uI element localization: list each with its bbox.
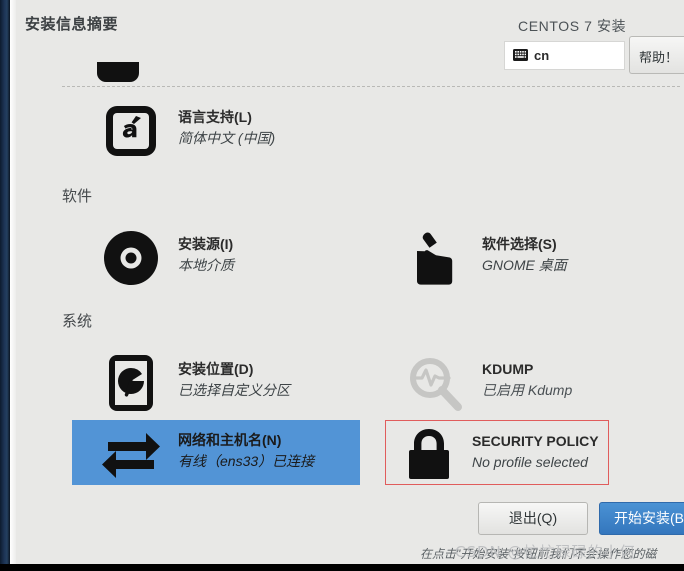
quit-button-label: 退出(Q) xyxy=(508,510,558,526)
spoke-status: 有线（ens33）已连接 xyxy=(178,453,315,469)
quit-button[interactable]: 退出(Q) xyxy=(478,502,588,535)
hard-drive-icon xyxy=(100,352,162,414)
keyboard-layout-label: cn xyxy=(534,48,550,63)
spoke-status: 已启用 Kdump xyxy=(482,382,573,398)
installation-summary-screen: 安装信息摘要 CENTOS 7 安装 cn 帮助！ 语言支持(L) 简体中文 (… xyxy=(0,0,684,571)
spoke-kdump[interactable]: KDUMP 已启用 Kdump xyxy=(382,350,669,416)
spoke-network-hostname[interactable]: 网络和主机名(N) 有线（ens33）已连接 xyxy=(72,420,360,485)
product-brand-label: CENTOS 7 安装 xyxy=(518,18,627,34)
help-button[interactable]: 帮助！ xyxy=(629,36,684,74)
spoke-status: No profile selected xyxy=(472,454,588,470)
spoke-text: SECURITY POLICY No profile selected xyxy=(472,432,599,472)
begin-installation-button[interactable]: 开始安装(B xyxy=(599,502,684,535)
software-package-icon xyxy=(404,227,466,289)
keyboard-icon xyxy=(513,49,528,61)
spoke-text: KDUMP 已启用 Kdump xyxy=(482,360,572,400)
page-title: 安装信息摘要 xyxy=(25,16,119,33)
lock-icon xyxy=(398,423,460,485)
begin-installation-label: 开始安装(B xyxy=(614,510,684,526)
section-divider xyxy=(62,86,680,87)
spoke-title: KDUMP xyxy=(482,361,534,377)
spoke-title: 网络和主机名(N) xyxy=(178,432,282,448)
spoke-text: 安装源(I) 本地介质 xyxy=(178,235,234,275)
optical-disc-icon xyxy=(100,227,162,289)
keyboard-layout-indicator[interactable]: cn xyxy=(504,41,625,70)
csdn-watermark: CSDN @忙忙碌碌的小何 xyxy=(455,543,636,561)
window-edge-highlight xyxy=(10,0,16,571)
language-support-icon xyxy=(100,100,162,162)
spoke-status: 简体中文 (中国) xyxy=(178,130,276,146)
spoke-text: 软件选择(S) GNOME 桌面 xyxy=(482,235,567,275)
spoke-title: SECURITY POLICY xyxy=(472,433,599,449)
spoke-software-selection[interactable]: 软件选择(S) GNOME 桌面 xyxy=(382,225,669,291)
spoke-title: 安装源(I) xyxy=(178,236,234,252)
spoke-installation-source[interactable]: 安装源(I) 本地介质 xyxy=(78,225,365,291)
clipped-spoke-icon-above xyxy=(97,62,139,88)
spoke-security-policy[interactable]: SECURITY POLICY No profile selected xyxy=(385,420,609,485)
help-button-label: 帮助！ xyxy=(639,50,679,65)
magnifier-waveform-icon xyxy=(404,352,466,414)
screen-bottom-strip xyxy=(0,564,684,571)
network-arrows-icon xyxy=(100,422,162,484)
spoke-title: 语言支持(L) xyxy=(178,109,252,125)
spoke-language-support[interactable]: 语言支持(L) 简体中文 (中国) xyxy=(78,98,365,164)
spoke-text: 网络和主机名(N) 有线（ens33）已连接 xyxy=(178,431,314,471)
section-header-system: 系统 xyxy=(62,313,93,330)
header: 安装信息摘要 CENTOS 7 安装 xyxy=(16,0,684,42)
section-header-software: 软件 xyxy=(62,188,93,205)
spoke-text: 安装位置(D) 已选择自定义分区 xyxy=(178,360,290,400)
spoke-status: GNOME 桌面 xyxy=(482,257,567,273)
spoke-text: 语言支持(L) 简体中文 (中国) xyxy=(178,108,275,148)
spoke-title: 软件选择(S) xyxy=(482,236,557,252)
spoke-status: 已选择自定义分区 xyxy=(178,382,290,398)
window-edge-bar xyxy=(0,0,10,571)
spoke-installation-destination[interactable]: 安装位置(D) 已选择自定义分区 xyxy=(78,350,365,416)
spoke-title: 安装位置(D) xyxy=(178,361,254,377)
spoke-status: 本地介质 xyxy=(178,257,234,273)
